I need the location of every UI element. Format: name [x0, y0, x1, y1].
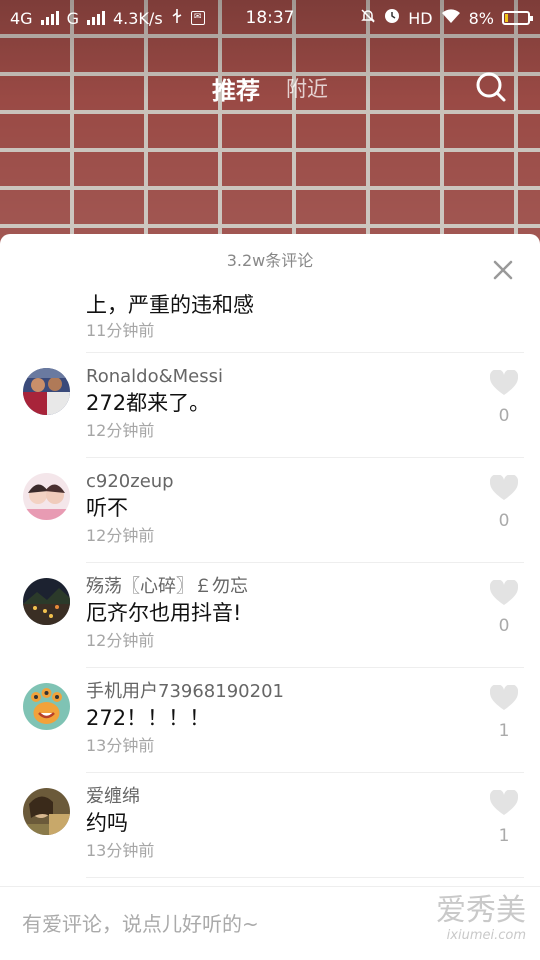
comment-text: 272！！！！ — [86, 706, 211, 730]
comment-item[interactable]: c920zeup 听不 12分钟前 0 — [0, 457, 540, 562]
avatar[interactable] — [23, 788, 70, 835]
like-count: 1 — [498, 721, 510, 741]
comment-count-title: 3.2w条评论 — [226, 251, 314, 270]
network-type-1: 4G — [10, 8, 33, 28]
top-nav: 推荐 附近 — [0, 66, 540, 110]
like-count: 0 — [498, 406, 510, 426]
comment-time: 11分钟前 — [86, 321, 155, 340]
divider — [86, 772, 524, 773]
comment-text: 上，严重的违和感 — [86, 293, 254, 317]
search-icon[interactable] — [474, 70, 508, 104]
tab-nearby[interactable]: 附近 — [286, 73, 328, 103]
comment-time: 12分钟前 — [86, 421, 155, 440]
like-count: 1 — [498, 826, 510, 846]
network-type-2: G — [66, 8, 79, 28]
watermark-url: ixiumei.com — [446, 928, 526, 943]
battery-percent: 8% — [468, 8, 494, 28]
avatar[interactable] — [23, 473, 70, 520]
like-button[interactable]: 1 — [490, 685, 518, 741]
comment-text: 约吗 — [86, 811, 128, 835]
comment-item[interactable]: Ronaldo&Messi 272都来了。 12分钟前 0 — [0, 352, 540, 457]
avatar[interactable] — [23, 578, 70, 625]
divider — [86, 352, 524, 353]
heart-icon — [490, 370, 518, 395]
video-background[interactable] — [0, 0, 540, 250]
comments-panel: 3.2w条评论 上，严重的违和感 11分钟前 Ronaldo&Messi 272… — [0, 234, 540, 960]
comment-item-partial: 上，严重的违和感 11分钟前 — [0, 288, 540, 352]
signal-icon — [40, 11, 59, 25]
comment-time: 13分钟前 — [86, 736, 155, 755]
comment-author[interactable]: 手机用户73968190201 — [86, 667, 540, 703]
hd-label: HD — [408, 8, 433, 28]
notification-icon: ✉ — [190, 11, 205, 25]
alarm-icon — [384, 8, 400, 28]
comment-author[interactable]: Ronaldo&Messi — [86, 352, 540, 388]
comment-text: 272都来了。 — [86, 391, 211, 415]
avatar[interactable] — [23, 368, 70, 415]
comment-item[interactable]: 爱缠绵 约吗 13分钟前 1 — [0, 772, 540, 877]
network-speed: 4.3K/s — [112, 8, 163, 28]
like-count: 0 — [498, 511, 510, 531]
comment-time: 13分钟前 — [86, 841, 155, 860]
comment-time: 12分钟前 — [86, 526, 155, 545]
divider — [86, 667, 524, 668]
usb-icon — [171, 8, 183, 28]
tab-recommend[interactable]: 推荐 — [212, 71, 260, 106]
avatar[interactable] — [23, 683, 70, 730]
watermark: 爱秀美 ixiumei.com — [436, 894, 526, 944]
heart-icon — [490, 685, 518, 710]
wifi-icon — [441, 8, 461, 28]
comment-author[interactable]: 爱缠绵 — [86, 772, 540, 808]
mute-icon — [360, 8, 376, 28]
heart-icon — [490, 790, 518, 815]
comment-text: 听不 — [86, 496, 128, 520]
like-button[interactable]: 0 — [490, 370, 518, 426]
heart-icon — [490, 580, 518, 605]
divider — [86, 877, 524, 878]
heart-icon — [490, 475, 518, 500]
status-bar: 4G G 4.3K/s ✉ 18:37 HD 8% — [0, 0, 540, 36]
comment-author[interactable]: 殇荡〖心碎〗￡勿忘 — [86, 562, 540, 598]
comment-author[interactable]: c920zeup — [86, 457, 540, 493]
signal-icon-2 — [86, 11, 105, 25]
comment-time: 12分钟前 — [86, 631, 155, 650]
battery-icon — [502, 11, 533, 25]
like-button[interactable]: 1 — [490, 790, 518, 846]
comment-item[interactable]: 手机用户73968190201 272！！！！ 13分钟前 1 — [0, 667, 540, 772]
watermark-logo: 爱秀美 — [436, 893, 526, 928]
like-button[interactable]: 0 — [490, 580, 518, 636]
divider — [86, 562, 524, 563]
comment-item[interactable]: 殇荡〖心碎〗￡勿忘 厄齐尔也用抖音! 12分钟前 0 — [0, 562, 540, 667]
like-count: 0 — [498, 616, 510, 636]
comment-input[interactable] — [22, 911, 422, 936]
close-icon[interactable] — [492, 249, 514, 280]
comments-header: 3.2w条评论 — [0, 234, 540, 288]
like-button[interactable]: 0 — [490, 475, 518, 531]
comment-text: 厄齐尔也用抖音! — [86, 601, 242, 625]
divider — [86, 457, 524, 458]
